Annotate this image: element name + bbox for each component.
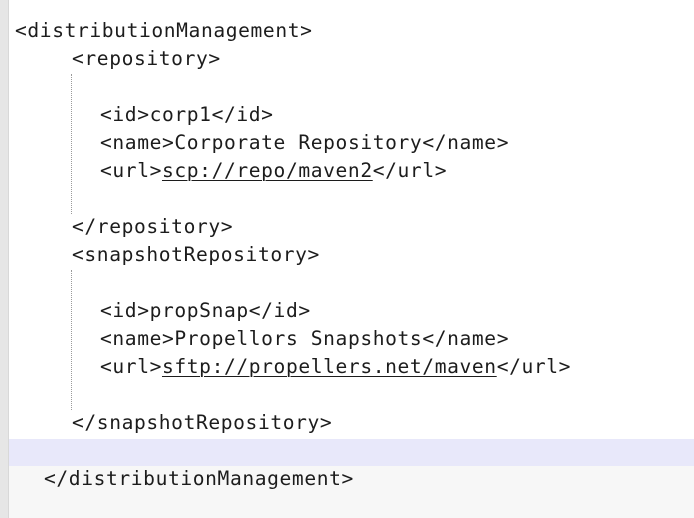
xml-tag: </name>	[422, 131, 510, 154]
xml-tag: </id>	[211, 103, 274, 126]
repository-url-link[interactable]: scp://repo/maven2	[162, 159, 373, 182]
editor-gutter	[0, 0, 9, 518]
xml-tag: </url>	[496, 355, 572, 378]
code-line-repository-url[interactable]: <url>scp://repo/maven2</url>	[100, 159, 447, 183]
code-editor[interactable]: <distributionManagement> <repository> <i…	[0, 0, 694, 518]
code-line-repository-id[interactable]: <id>corp1</id>	[100, 103, 274, 127]
xml-tag: </url>	[372, 159, 448, 182]
xml-value: corp1	[149, 103, 212, 126]
xml-value: propSnap	[149, 299, 249, 322]
xml-tag: </name>	[422, 327, 510, 350]
code-line-snapshot-name[interactable]: <name>Propellors Snapshots</name>	[100, 327, 509, 351]
code-line-snapshot-id[interactable]: <id>propSnap</id>	[100, 299, 311, 323]
xml-tag: <name>	[100, 131, 175, 154]
xml-tag: <url>	[100, 355, 162, 378]
xml-tag: <url>	[100, 159, 162, 182]
xml-tag: <id>	[100, 299, 150, 322]
indent-guide-snapshot-repository	[71, 270, 72, 410]
xml-value: Propellors Snapshots	[174, 327, 423, 350]
indent-guide-repository	[71, 74, 72, 214]
code-line-repository-open[interactable]: <repository>	[72, 47, 221, 71]
code-line-repository-name[interactable]: <name>Corporate Repository</name>	[100, 131, 509, 155]
code-line-snapshot-url[interactable]: <url>sftp://propellers.net/maven</url>	[100, 355, 571, 379]
xml-tag: <name>	[100, 327, 175, 350]
xml-tag: </id>	[248, 299, 311, 322]
snapshot-url-link[interactable]: sftp://propellers.net/maven	[162, 355, 497, 378]
code-line-snapshot-repository-close[interactable]: </snapshotRepository>	[72, 411, 332, 435]
current-line-highlight	[9, 439, 694, 466]
xml-tag: <id>	[100, 103, 150, 126]
code-line-snapshot-repository-open[interactable]: <snapshotRepository>	[72, 243, 320, 267]
xml-value: Corporate Repository	[174, 131, 423, 154]
code-line-distribution-management-open[interactable]: <distributionManagement>	[15, 19, 313, 43]
code-line-repository-close[interactable]: </repository>	[72, 215, 233, 239]
code-line-distribution-management-close[interactable]: </distributionManagement>	[44, 467, 354, 491]
